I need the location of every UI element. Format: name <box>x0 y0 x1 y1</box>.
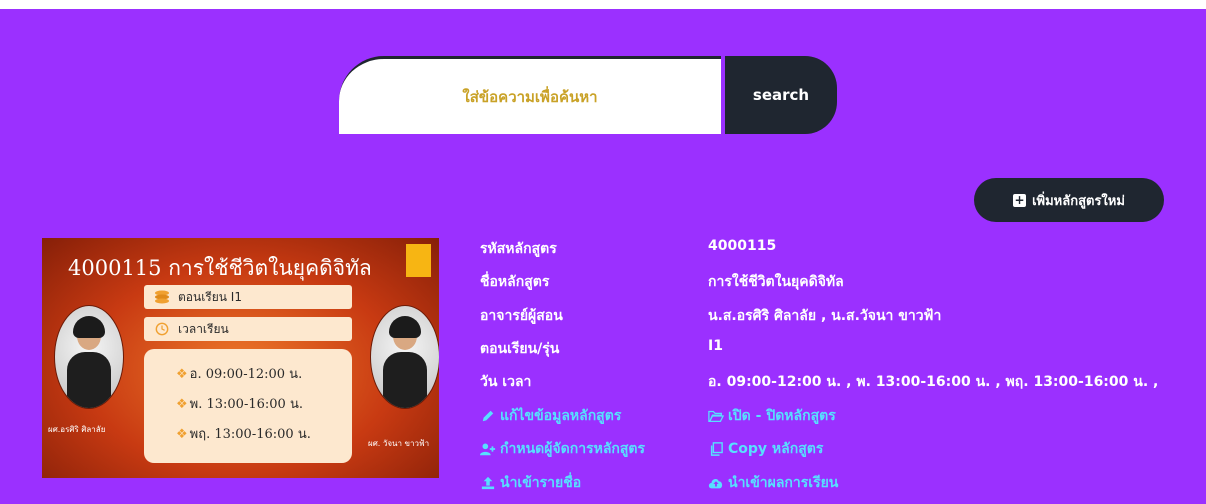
course-teacher-label: อาจารย์ผู้สอน <box>480 308 563 324</box>
copy-course-link[interactable]: Copy หลักสูตร <box>708 438 823 460</box>
course-time-value: อ. 09:00-12:00 น. , พ. 13:00-16:00 น. , … <box>708 374 1159 390</box>
banner-section-label: ตอนเรียน I1 <box>178 289 242 304</box>
edit-course-link[interactable]: แก้ไขข้อมูลหลักสูตร <box>480 405 621 427</box>
diamond-icon: ❖ <box>176 367 188 382</box>
course-name-value: การใช้ชีวิตในยุคดิจิทัล <box>708 274 844 290</box>
course-code-label: รหัสหลักสูตร <box>480 241 557 257</box>
clock-icon <box>155 322 169 336</box>
upload-icon <box>481 476 495 490</box>
instructor-portrait-left <box>54 305 124 409</box>
diamond-icon: ❖ <box>176 397 188 412</box>
course-code-value: 4000115 <box>708 238 777 254</box>
copy-icon <box>710 442 723 456</box>
instructor-portrait-right <box>370 305 439 409</box>
course-section-value: I1 <box>708 338 723 354</box>
toggle-course-link[interactable]: เปิด - ปิดหลักสูตร <box>708 405 836 427</box>
top-strip <box>0 0 1206 9</box>
banner-schedule-box: ❖ อ. 09:00-12:00 น. ❖ พ. 13:00-16:00 น. ❖ พ… <box>144 349 352 463</box>
folder-open-icon <box>708 410 724 422</box>
banner-accent-bar <box>406 244 431 277</box>
cloud-upload-icon <box>708 479 723 489</box>
course-name-label: ชื่อหลักสูตร <box>480 274 550 290</box>
banner-title: 4000115 การใช้ชีวิตในยุคดิจิทัล <box>68 256 372 280</box>
search-button[interactable]: search <box>725 56 837 134</box>
assign-manager-link[interactable]: กำหนดผู้จัดการหลักสูตร <box>480 438 645 460</box>
user-plus-icon <box>480 443 496 456</box>
schedule-line: ❖ อ. 09:00-12:00 น. <box>176 367 303 382</box>
add-course-label: เพิ่มหลักสูตรใหม่ <box>1032 193 1125 209</box>
add-course-button[interactable]: + เพิ่มหลักสูตรใหม่ <box>974 178 1164 222</box>
instructor-name-left: ผศ.อรศิริ ศิลาลัย <box>48 425 106 434</box>
schedule-line: ❖ พฤ. 13:00-16:00 น. <box>176 427 311 442</box>
banner-time-pill: เวลาเรียน <box>144 317 352 341</box>
course-banner-image: 4000115 การใช้ชีวิตในยุคดิจิทัล ตอนเรียน… <box>42 238 439 478</box>
diamond-icon: ❖ <box>176 427 188 442</box>
course-teacher-value: น.ส.อรศิริ ศิลาลัย , น.ส.วัจนา ขาวฟ้า <box>708 308 942 324</box>
banner-section-pill: ตอนเรียน I1 <box>144 285 352 309</box>
import-names-link[interactable]: นำเข้ารายชื่อ <box>480 472 581 494</box>
pencil-icon <box>482 410 494 422</box>
stack-icon <box>155 290 169 304</box>
course-time-label: วัน เวลา <box>480 374 532 390</box>
search-input[interactable] <box>339 56 721 134</box>
instructor-name-right: ผศ. วัจนา ขาวฟ้า <box>368 439 430 448</box>
page-background: search + เพิ่มหลักสูตรใหม่ 4000115 การใช… <box>0 9 1206 504</box>
schedule-line: ❖ พ. 13:00-16:00 น. <box>176 397 303 412</box>
plus-square-icon: + <box>1013 192 1027 207</box>
import-results-link[interactable]: นำเข้าผลการเรียน <box>708 472 838 494</box>
search-bar: search <box>339 56 839 134</box>
banner-time-label: เวลาเรียน <box>178 321 229 336</box>
course-section-label: ตอนเรียน/รุ่น <box>480 341 560 357</box>
